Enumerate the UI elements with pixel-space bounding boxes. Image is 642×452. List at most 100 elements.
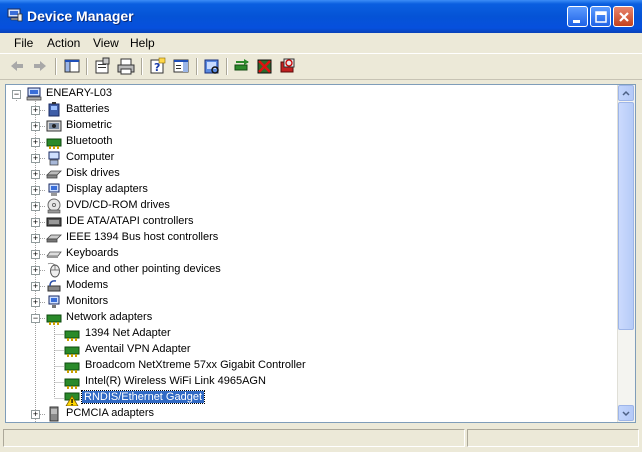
- toolbar-separator: [196, 58, 198, 75]
- properties-icon: [95, 57, 110, 74]
- tree-node-label: Computer: [66, 151, 115, 163]
- expand-toggle[interactable]: +: [31, 106, 40, 115]
- tree-node-label: Modems: [66, 279, 109, 291]
- expand-toggle[interactable]: +: [31, 218, 40, 227]
- tree-node-disk-drives[interactable]: + Disk drives: [6, 166, 406, 182]
- network-card-icon: [64, 378, 80, 389]
- device-label: Aventail VPN Adapter: [85, 343, 191, 355]
- monitor-icon: [48, 295, 60, 308]
- network-device-aventail[interactable]: Aventail VPN Adapter: [6, 342, 406, 358]
- expand-toggle[interactable]: +: [31, 122, 40, 131]
- scroll-thumb[interactable]: [618, 102, 634, 330]
- expand-toggle[interactable]: +: [31, 282, 40, 291]
- tree-node-mice[interactable]: + Mice and other pointing devices: [6, 262, 406, 278]
- tree-node-pcmcia[interactable]: + PCMCIA adapters: [6, 406, 406, 422]
- menu-view[interactable]: View: [93, 36, 119, 50]
- expand-toggle[interactable]: +: [31, 170, 40, 179]
- menu-file[interactable]: File: [14, 36, 33, 50]
- expand-toggle[interactable]: +: [31, 410, 40, 419]
- expand-toggle[interactable]: +: [31, 266, 40, 275]
- toolbar-separator: [86, 58, 88, 75]
- tree-node-monitors[interactable]: + Monitors: [6, 294, 406, 310]
- network-card-icon: [64, 346, 80, 357]
- keyboard-icon: [46, 251, 62, 258]
- network-device-1394[interactable]: 1394 Net Adapter: [6, 326, 406, 342]
- help-button[interactable]: ?: [148, 57, 168, 76]
- tree-node-dvd-cdrom[interactable]: + DVD/CD-ROM drives: [6, 198, 406, 214]
- vertical-scrollbar[interactable]: [617, 85, 635, 422]
- update-driver-button[interactable]: [232, 57, 252, 76]
- expand-toggle[interactable]: +: [31, 202, 40, 211]
- uninstall-button[interactable]: [255, 57, 275, 76]
- expand-toggle[interactable]: +: [31, 138, 40, 147]
- tree-node-computer[interactable]: + Computer: [6, 150, 406, 166]
- scroll-up-button[interactable]: [618, 85, 634, 101]
- expand-toggle[interactable]: +: [31, 298, 40, 307]
- show-hide-console-tree-button[interactable]: [62, 57, 82, 76]
- scan-hardware-button[interactable]: [202, 57, 222, 76]
- properties-button[interactable]: [93, 57, 113, 76]
- close-icon: [619, 12, 629, 22]
- help-icon: ?: [150, 57, 166, 74]
- toolbar: ?: [0, 53, 642, 80]
- title-bar[interactable]: Device Manager: [0, 0, 642, 33]
- tree-root[interactable]: − ENEARY-L03: [6, 86, 406, 102]
- tree-node-label: PCMCIA adapters: [66, 407, 155, 419]
- toolbar-separator: [226, 58, 228, 75]
- tree-node-label: Bluetooth: [66, 135, 113, 147]
- device-label: 1394 Net Adapter: [85, 327, 171, 339]
- tree-node-batteries[interactable]: + Batteries: [6, 102, 406, 118]
- menu-help[interactable]: Help: [130, 36, 155, 50]
- network-device-intel-wifi[interactable]: Intel(R) Wireless WiFi Link 4965AGN: [6, 374, 406, 390]
- device-manager-window: Device Manager File Action View Help ? −…: [0, 0, 642, 452]
- collapse-root-toggle[interactable]: −: [12, 90, 21, 99]
- biometric-icon: [46, 120, 62, 132]
- tree-node-label: Network adapters: [66, 311, 153, 323]
- network-card-icon: [64, 330, 80, 341]
- back-button[interactable]: [7, 57, 27, 76]
- computer-root-icon: [26, 87, 42, 101]
- chevron-down-icon: [622, 411, 630, 417]
- disable-button[interactable]: [278, 57, 298, 76]
- scroll-down-button[interactable]: [618, 405, 634, 421]
- network-device-rndis[interactable]: RNDIS/Ethernet Gadget: [6, 390, 406, 406]
- tree-node-label: DVD/CD-ROM drives: [66, 199, 170, 211]
- pcmcia-icon: [49, 406, 59, 422]
- expand-toggle[interactable]: +: [31, 154, 40, 163]
- minimize-icon: [573, 20, 580, 23]
- network-adapter-icon: [46, 314, 62, 325]
- network-device-broadcom[interactable]: Broadcom NetXtreme 57xx Gigabit Controll…: [6, 358, 406, 374]
- menu-action[interactable]: Action: [47, 36, 80, 50]
- device-tree[interactable]: − ENEARY-L03 + Batteries + Biometric + B…: [5, 84, 636, 423]
- close-button[interactable]: [613, 6, 634, 27]
- tree-node-display-adapters[interactable]: + Display adapters: [6, 182, 406, 198]
- expand-toggle[interactable]: +: [31, 234, 40, 243]
- disable-icon: [280, 58, 295, 73]
- update-driver-icon: [234, 59, 249, 71]
- ide-controller-icon: [46, 217, 62, 227]
- tree-node-ieee1394[interactable]: + IEEE 1394 Bus host controllers: [6, 230, 406, 246]
- status-panel-main: [3, 429, 465, 447]
- maximize-icon: [595, 11, 607, 23]
- expand-toggle[interactable]: +: [31, 250, 40, 259]
- maximize-button[interactable]: [590, 6, 611, 27]
- network-card-icon: [64, 362, 80, 373]
- tree-node-ide-controllers[interactable]: + IDE ATA/ATAPI controllers: [6, 214, 406, 230]
- tree-node-modems[interactable]: + Modems: [6, 278, 406, 294]
- window-title: Device Manager: [27, 8, 134, 24]
- tree-node-label: Biometric: [66, 119, 112, 131]
- expand-toggle[interactable]: +: [31, 186, 40, 195]
- tree-node-keyboards[interactable]: + Keyboards: [6, 246, 406, 262]
- device-label: Broadcom NetXtreme 57xx Gigabit Controll…: [85, 359, 306, 371]
- tree-node-network-adapters[interactable]: − Network adapters: [6, 310, 406, 326]
- tree-node-label: IDE ATA/ATAPI controllers: [66, 215, 194, 227]
- tree-node-bluetooth[interactable]: + Bluetooth: [6, 134, 406, 150]
- print-button[interactable]: [116, 57, 136, 76]
- collapse-toggle[interactable]: −: [31, 314, 40, 323]
- minimize-button[interactable]: [567, 6, 588, 27]
- back-arrow-icon: [11, 61, 23, 71]
- toolbar-separator: [55, 58, 57, 75]
- show-hide-action-pane-button[interactable]: [171, 57, 191, 76]
- tree-node-biometric[interactable]: + Biometric: [6, 118, 406, 134]
- forward-button[interactable]: [30, 57, 50, 76]
